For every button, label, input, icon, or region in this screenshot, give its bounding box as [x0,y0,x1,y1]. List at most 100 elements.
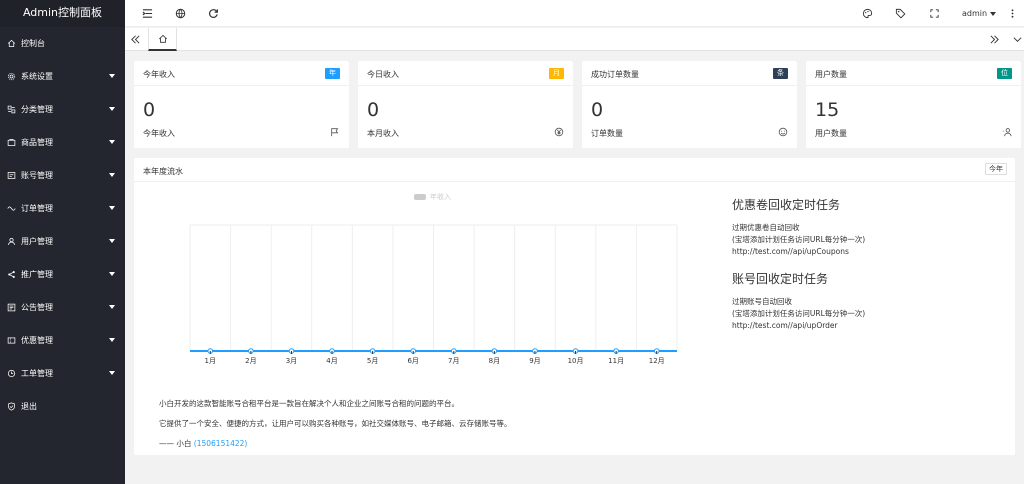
sidebar: Admin控制面板 控制台 系统设置分类管理商品管理账号管理订单管理用户管理推广管… [0,0,125,484]
sidebar-item-0[interactable]: 控制台 [0,27,125,60]
contact-link[interactable]: (1506151422) [194,439,248,448]
user-menu[interactable]: admin [962,9,997,18]
caret-down-icon [109,239,115,243]
x-tick-label: 6月 [407,357,418,365]
task-line: (宝塔添加计划任务访问URL每分钟一次) [732,235,866,244]
card-divider [358,85,573,86]
task-line: (宝塔添加计划任务访问URL每分钟一次) [732,309,866,318]
users-icon [1002,128,1012,137]
sidebar-item-7[interactable]: 推广管理 [0,258,125,291]
card-value: 0 [591,99,604,121]
card-badge: 条 [773,68,788,79]
sidebar-item-label: 工单管理 [21,369,53,378]
caret-down-icon [109,206,115,210]
caret-down-icon [109,371,115,375]
theme-icon[interactable] [862,8,873,19]
sidebar-item-9[interactable]: 优惠管理 [0,324,125,357]
sidebar-item-label: 优惠管理 [21,336,53,345]
app-title: Admin控制面板 [0,0,125,27]
user-name: admin [962,9,988,18]
sidebar-item-2[interactable]: 分类管理 [0,93,125,126]
panel-header: 本年度流水 今年 [134,158,1015,182]
tabs-dropdown-icon[interactable] [1012,34,1023,45]
notice-icon [6,303,16,313]
gear-icon [6,72,16,82]
task-title: 优惠卷回收定时任务 [732,198,841,212]
sidebar-item-label: 商品管理 [21,138,53,147]
sidebar-item-4[interactable]: 账号管理 [0,159,125,192]
caret-down-icon [990,11,997,16]
annual-income-chart: 年收入 1月 2月 3月 4月 5月 6月 7月 8月 9月 10月 11月 12月 [189,192,678,365]
topbar: admin [125,0,1024,27]
sidebar-item-3[interactable]: 商品管理 [0,126,125,159]
sidebar-item-label: 账号管理 [21,171,53,180]
card-divider [582,85,797,86]
footer-line-1: 小白开发的这款智能账号合租平台是一款旨在解决个人和企业之间账号合租的问题的平台。 [159,399,459,408]
product-icon [6,138,16,148]
sidebar-item-11[interactable]: 退出 [0,390,125,423]
shield-icon [6,402,16,412]
order-icon [6,204,16,214]
caret-down-icon [109,140,115,144]
tab-bar [125,28,1024,51]
annual-flow-panel: 本年度流水 今年 年收入 1月 2月 3月 4月 5月 6月 7月 8月 9月 10月 11月 12月 … [134,158,1015,455]
stat-card-1: 今日收入 月 0 本月收入 [358,61,573,148]
sidebar-item-1[interactable]: 系统设置 [0,60,125,93]
author-name: —— 小白 [159,439,192,448]
sidebar-item-label: 公告管理 [21,303,53,312]
caret-down-icon [109,173,115,177]
home-icon [6,39,16,49]
panel-title: 本年度流水 [143,167,183,176]
clock-icon [6,369,16,379]
x-tick-label: 2月 [245,357,256,365]
sidebar-item-6[interactable]: 用户管理 [0,225,125,258]
caret-down-icon [109,74,115,78]
task-line: 过期优惠卷自动回收 [732,223,800,232]
footer-line-2: 它提供了一个安全、便捷的方式，让用户可以购买各种账号，如社交媒体账号、电子邮箱、… [159,419,512,428]
caret-down-icon [109,305,115,309]
sidebar-item-8[interactable]: 公告管理 [0,291,125,324]
x-tick-label: 1月 [205,357,216,365]
task-title: 账号回收定时任务 [732,272,829,286]
tab-home[interactable] [148,28,177,51]
smile-icon [778,127,788,137]
category-icon [6,105,16,115]
x-tick-label: 4月 [326,357,337,365]
tabs-prev-icon[interactable] [130,34,141,45]
account-icon [6,171,16,181]
x-tick-label: 10月 [568,357,584,365]
task-block-0: 优惠卷回收定时任务过期优惠卷自动回收 (宝塔添加计划任务访问URL每分钟一次) ht… [732,196,1002,270]
caret-down-icon [109,338,115,342]
website-icon[interactable] [175,8,186,19]
money-icon [554,127,564,137]
menu-fold-icon[interactable] [142,8,153,19]
sidebar-item-label: 订单管理 [21,204,53,213]
card-title: 成功订单数量 [591,70,639,79]
fullscreen-icon[interactable] [929,8,940,19]
card-value: 15 [815,99,840,121]
card-title: 今年收入 [143,70,175,79]
refresh-icon[interactable] [208,8,219,19]
x-tick-label: 3月 [286,357,297,365]
sidebar-item-5[interactable]: 订单管理 [0,192,125,225]
sidebar-item-label: 用户管理 [21,237,53,246]
card-title: 今日收入 [367,70,399,79]
task-line: http://test.com//api/upCoupons [732,247,849,256]
sidebar-item-10[interactable]: 工单管理 [0,357,125,390]
sidebar-item-label: 推广管理 [21,270,53,279]
sidebar-item-label: 分类管理 [21,105,53,114]
tabs-next-icon[interactable] [989,34,1000,45]
card-value: 0 [143,99,156,121]
more-vertical-icon[interactable] [1007,8,1018,19]
tag-icon[interactable] [895,8,906,19]
share-icon [6,270,16,280]
card-badge: 年 [325,68,340,79]
stat-card-2: 成功订单数量 条 0 订单数量 [582,61,797,148]
legend-swatch [414,194,426,200]
card-subtitle: 用户数量 [815,129,847,138]
footer-author: —— 小白 (1506151422) [159,438,959,449]
task-gap [732,258,1002,270]
flag-icon [331,128,339,137]
x-tick-label: 9月 [529,357,540,365]
stat-card-0: 今年收入 年 0 今年收入 [134,61,349,148]
